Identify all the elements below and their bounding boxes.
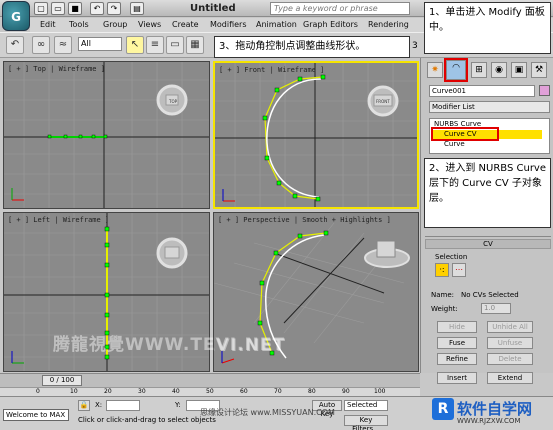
front-viewport-canvas: FRONT — [215, 63, 417, 207]
extend-button[interactable]: Extend — [487, 372, 533, 384]
search-input[interactable]: Type a keyword or phrase — [270, 2, 410, 15]
tick-20: 20 — [104, 388, 112, 395]
menu-rendering[interactable]: Rendering — [368, 20, 409, 29]
annotation-step-1: 1、单击进入 Modify 面板中。 — [424, 2, 551, 54]
menu-edit[interactable]: Edit — [40, 20, 56, 29]
name-label: Name: — [431, 291, 455, 299]
object-color-swatch[interactable] — [539, 85, 550, 96]
annotation-step-2: 2、进入到 NURBS Curve 层下的 Curve CV 子对象层。 — [424, 158, 551, 228]
open-file-icon[interactable]: ▭ — [51, 2, 65, 15]
select-by-name-icon[interactable]: ≡ — [146, 36, 164, 54]
weight-input[interactable]: 1.0 — [481, 303, 511, 314]
rect-selection-icon[interactable]: ▭ — [166, 36, 184, 54]
menu-create[interactable]: Create — [172, 20, 199, 29]
tick-10: 10 — [70, 388, 78, 395]
viewport-front-label[interactable]: [ + ] Front | Wireframe ] — [219, 66, 324, 74]
track-bar[interactable]: 0 10 20 30 40 50 60 70 80 90 100 — [0, 387, 420, 396]
selection-filter-dropdown[interactable]: All — [78, 37, 122, 51]
insert-button[interactable]: Insert — [437, 372, 477, 384]
menu-tools[interactable]: Tools — [69, 20, 89, 29]
save-file-icon[interactable]: ■ — [68, 2, 82, 15]
key-selection-dropdown[interactable]: Selected — [344, 400, 388, 411]
tick-40: 40 — [172, 388, 180, 395]
modify-tab-highlight — [444, 58, 468, 82]
y-label: Y: — [175, 401, 181, 409]
site-logo-text: 软件自学网 — [457, 400, 533, 418]
menu-group[interactable]: Group — [103, 20, 127, 29]
maxscript-listener[interactable]: Welcome to MAX — [3, 409, 69, 421]
cv-rollout: CV Selection ·: ⋯ Name: No CVs Selected … — [425, 236, 551, 373]
undo-tool-icon[interactable]: ↶ — [6, 36, 24, 54]
viewcube-front-label: FRONT — [376, 99, 390, 104]
window-crossing-icon[interactable]: ▦ — [186, 36, 204, 54]
redo-icon[interactable]: ↷ — [107, 2, 121, 15]
tick-50: 50 — [206, 388, 214, 395]
fuse-button[interactable]: Fuse — [437, 337, 477, 349]
unfuse-button[interactable]: Unfuse — [487, 337, 533, 349]
viewport-watermark-left: 腾龍視覺WWW.TEVI.NET — [53, 335, 285, 355]
site-logo-icon: R — [432, 398, 454, 420]
x-coordinate-field[interactable] — [106, 400, 140, 411]
tick-60: 60 — [240, 388, 248, 395]
time-slider[interactable]: 0 / 100 — [0, 373, 420, 387]
weight-label: Weight: — [431, 305, 458, 313]
viewport-perspective-label[interactable]: [ + ] Perspective | Smooth + Highlights … — [218, 216, 391, 224]
project-folder-icon[interactable]: ▤ — [130, 2, 144, 15]
menu-animation[interactable]: Animation — [256, 20, 297, 29]
menu-graph-editors[interactable]: Graph Editors — [303, 20, 358, 29]
new-file-icon[interactable]: ▢ — [34, 2, 48, 15]
tick-100: 100 — [374, 388, 386, 395]
tick-90: 90 — [342, 388, 350, 395]
tick-80: 80 — [308, 388, 316, 395]
refine-button[interactable]: Refine — [437, 353, 477, 365]
hide-button[interactable]: Hide — [437, 321, 477, 333]
motion-tab-icon[interactable]: ◉ — [491, 62, 507, 78]
select-link-icon[interactable]: ∞ — [32, 36, 50, 54]
site-logo: R 软件自学网 WWW.RJZXW.COM — [432, 398, 552, 428]
unlink-icon[interactable]: ≈ — [54, 36, 72, 54]
prompt-line: Click or click-and-drag to select object… — [78, 416, 216, 424]
forum-watermark: 思缘设计论坛 www.MISSYUAN.COM — [200, 408, 335, 417]
menu-views[interactable]: Views — [138, 20, 161, 29]
cv-row-select-icon[interactable]: ⋯ — [452, 263, 466, 277]
create-tab-icon[interactable]: ✷ — [427, 62, 443, 78]
window-title: Untitled — [190, 3, 236, 14]
curve-cv-highlight — [431, 127, 499, 141]
delete-button[interactable]: Delete — [487, 353, 533, 365]
viewcube-top-label: TOP — [168, 99, 178, 104]
key-filters-button[interactable]: Key Filters... — [344, 415, 388, 430]
time-slider-thumb[interactable]: 0 / 100 — [42, 375, 82, 386]
app-logo-icon[interactable]: G — [2, 1, 30, 31]
top-viewport-canvas: TOP — [4, 62, 209, 208]
viewport-top-label[interactable]: [ + ] Top | Wireframe ] — [8, 65, 105, 73]
tick-30: 30 — [138, 388, 146, 395]
unhide-all-button[interactable]: Unhide All — [487, 321, 533, 333]
stack-item-curve[interactable]: Curve — [444, 140, 465, 148]
tick-0: 0 — [36, 388, 40, 395]
cv-select-icon[interactable]: ·: — [435, 263, 449, 277]
selection-group-label: Selection — [435, 253, 468, 261]
select-object-icon[interactable]: ↖ — [126, 36, 144, 54]
site-logo-url: WWW.RJZXW.COM — [457, 417, 521, 425]
rollout-title[interactable]: CV — [425, 239, 551, 249]
viewport-front[interactable]: FRONT [ + ] Front | Wireframe ] — [213, 61, 419, 209]
tick-70: 70 — [274, 388, 282, 395]
snap-toggle[interactable]: 3 — [412, 41, 418, 51]
viewport-top[interactable]: TOP [ + ] Top | Wireframe ] — [3, 61, 210, 209]
utilities-tab-icon[interactable]: ⚒ — [531, 62, 547, 78]
object-name-field[interactable]: Curve001 — [429, 85, 535, 97]
display-tab-icon[interactable]: ▣ — [511, 62, 527, 78]
viewport-left-label[interactable]: [ + ] Left | Wireframe ] — [8, 216, 109, 224]
modifier-list-dropdown[interactable]: Modifier List — [429, 101, 550, 113]
menu-modifiers[interactable]: Modifiers — [210, 20, 247, 29]
cv-name-value: No CVs Selected — [461, 291, 519, 299]
hierarchy-tab-icon[interactable]: ⊞ — [471, 62, 487, 78]
undo-icon[interactable]: ↶ — [90, 2, 104, 15]
lock-selection-icon[interactable]: 🔒 — [78, 400, 90, 411]
x-label: X: — [95, 401, 103, 409]
annotation-step-3: 3、拖动角控制点调整曲线形状。 — [214, 36, 410, 58]
